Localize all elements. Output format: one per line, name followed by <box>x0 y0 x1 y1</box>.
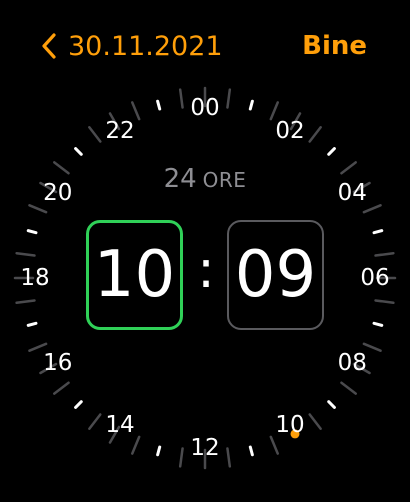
dial-tick <box>88 126 102 143</box>
hour-label: 02 <box>275 118 304 144</box>
dial-tick <box>26 321 38 327</box>
dial-tick <box>156 445 162 457</box>
dial-tick <box>269 101 279 121</box>
dial-tick <box>15 251 36 257</box>
dial-tick <box>308 413 322 430</box>
hour-label: 14 <box>105 412 134 438</box>
dial-tick <box>362 204 382 214</box>
dial-tick <box>374 251 395 257</box>
mode-number: 24 <box>163 164 197 194</box>
dial-tick <box>26 229 38 235</box>
time-separator: : <box>197 240 215 300</box>
dial-tick <box>372 229 384 235</box>
dial-tick <box>340 381 357 395</box>
dial-tick <box>28 204 48 214</box>
hour-field[interactable]: 10 <box>86 220 183 330</box>
hour-label: 10 <box>275 412 304 438</box>
dial-tick <box>74 147 83 156</box>
dial-tick <box>156 99 162 111</box>
dial-tick <box>327 147 336 156</box>
dial-tick <box>88 413 102 430</box>
hour-label: 22 <box>105 118 134 144</box>
dial-tick <box>248 445 254 457</box>
mode-unit: ORE <box>202 168 247 192</box>
hour-label: 16 <box>43 350 72 376</box>
dial-tick <box>372 321 384 327</box>
dial-tick <box>15 299 36 305</box>
dial-tick <box>226 88 232 109</box>
dial-tick <box>131 435 141 455</box>
dial-tick <box>308 126 322 143</box>
hour-label: 00 <box>190 95 219 121</box>
dial-tick <box>74 400 83 409</box>
hour-label: 08 <box>338 350 367 376</box>
dial-tick <box>327 400 336 409</box>
dial-tick <box>269 435 279 455</box>
dial-tick <box>131 101 141 121</box>
dial-tick <box>178 88 184 109</box>
hour-label: 06 <box>360 265 389 291</box>
dial-tick <box>226 447 232 468</box>
hour-label: 18 <box>20 265 49 291</box>
dial-tick <box>178 447 184 468</box>
dial-tick <box>53 381 70 395</box>
hour-label: 12 <box>190 435 219 461</box>
dial-tick <box>374 299 395 305</box>
minute-field[interactable]: 09 <box>227 220 324 330</box>
dial-tick <box>248 99 254 111</box>
mode-label: 24 ORE <box>0 164 410 194</box>
